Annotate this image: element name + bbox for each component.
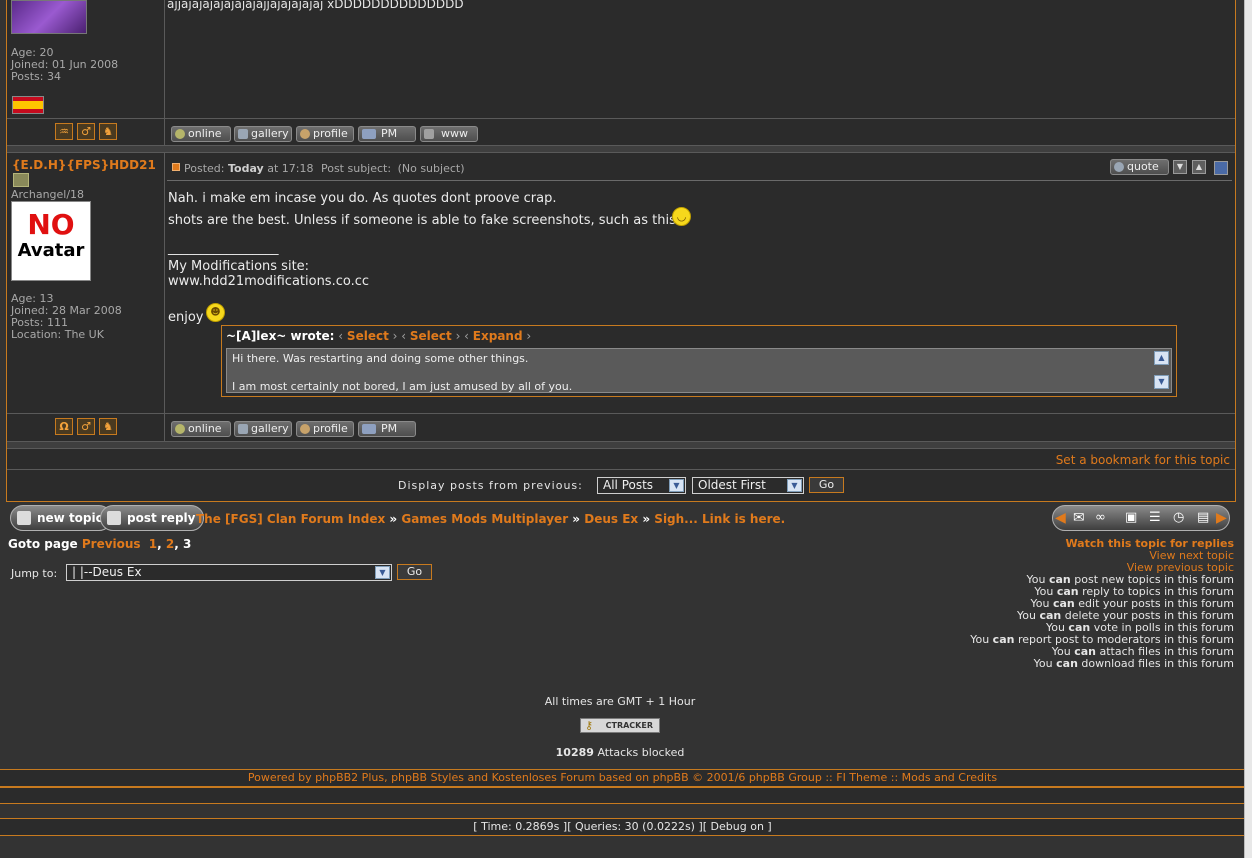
gallery-button[interactable]: gallery (234, 421, 292, 437)
jump-go-button[interactable]: Go (397, 564, 432, 580)
powered-by-text[interactable]: Powered by phpBB2 Plus, phpBB Styles and… (248, 771, 997, 784)
chinese-zodiac-icon: ♞ (99, 123, 117, 140)
permission-line: You can download files in this forum (1033, 657, 1234, 670)
display-go-button[interactable]: Go (809, 477, 844, 493)
post-reply-icon (107, 511, 121, 525)
debug-bar: [ Time: 0.2869s ][ Queries: 30 (0.0222s)… (0, 818, 1246, 836)
gender-male-icon: ♂ (77, 123, 95, 140)
page-1-link[interactable]: 1 (149, 537, 157, 551)
chevron-down-icon: ▼ (375, 566, 390, 579)
post-header: Posted: Today at 17:18 Post subject: (No… (184, 162, 465, 175)
save-icon[interactable]: ▣ (1125, 510, 1137, 525)
arrow-down-icon[interactable]: ▼ (1173, 160, 1187, 174)
page-previous-link[interactable]: Previous (82, 537, 141, 551)
chevron-down-icon: ▼ (787, 479, 802, 492)
post-line-2: shots are the best. Unless if someone is… (168, 213, 681, 228)
quote-select-link-2[interactable]: Select (410, 329, 452, 343)
breadcrumb-forum-index[interactable]: The [FGS] Clan Forum Index (196, 512, 385, 526)
chinese-zodiac-icon-2: ♞ (99, 418, 117, 435)
posts-order-select[interactable]: Oldest First ▼ (692, 477, 804, 494)
user-avatar-prev (11, 0, 87, 34)
bookmark-link[interactable]: Set a bookmark for this topic (1056, 453, 1230, 467)
empty-footer-bar (0, 787, 1246, 804)
prev-posts: Posts: 34 (11, 70, 61, 83)
online-status-icon (13, 173, 29, 187)
print-icon[interactable]: ☰ (1149, 510, 1161, 525)
zodiac-icon: ♒ (55, 123, 73, 140)
prev-arrow-icon[interactable]: ◀ (1055, 510, 1066, 526)
quote-box: ~[A]lex~ wrote: ‹ Select › ‹ Select › ‹ … (221, 325, 1177, 397)
signature-link[interactable]: www.hdd21modifications.co.cc (168, 274, 369, 289)
display-label: Display posts from previous: (398, 479, 583, 492)
page-3-current: 3 (182, 537, 192, 551)
post-rank: Archangel/18 (11, 188, 85, 201)
jump-to-select[interactable]: | |--Deus Ex ▼ (66, 564, 392, 581)
post-header-divider (167, 180, 1232, 181)
quote-header: ~[A]lex~ wrote: ‹ Select › ‹ Select › ‹ … (226, 329, 532, 343)
breadcrumb-topic[interactable]: Sigh... Link is here. (654, 512, 785, 526)
post-enjoy: enjoy (168, 310, 204, 325)
ctracker-badge[interactable]: ⚷ CTRACKER (580, 718, 660, 733)
next-arrow-icon[interactable]: ▶ (1216, 510, 1227, 526)
gender-male-icon-2: ♂ (77, 418, 95, 435)
breadcrumb: The [FGS] Clan Forum Index » Games Mods … (196, 512, 786, 526)
jump-label: Jump to: (11, 567, 58, 580)
quote-content: Hi there. Was restarting and doing some … (226, 348, 1172, 393)
pm-button-prev[interactable]: PM (358, 126, 416, 142)
page-2-link[interactable]: 2 (166, 537, 174, 551)
no-avatar-image: NO Avatar (11, 201, 91, 281)
scroll-up-icon[interactable]: ▲ (1154, 351, 1169, 365)
post-icon (172, 163, 180, 171)
profile-button-prev[interactable]: profile (296, 126, 354, 142)
post-location: Location: The UK (11, 328, 104, 341)
forum-topic-table: Age: 20 Joined: 01 Jun 2008 Posts: 34 aj… (6, 0, 1236, 502)
online-button-prev[interactable]: online (171, 126, 231, 142)
profile-button[interactable]: profile (296, 421, 354, 437)
list-icon[interactable]: ▤ (1197, 510, 1209, 525)
pagination: Goto page Previous 1, 2, 3 (8, 537, 192, 551)
topic-toolbar: ◀ ✉ ∞ ▣ ☰ ◷ ▤ ▶ (1052, 505, 1230, 531)
breadcrumb-forum[interactable]: Deus Ex (584, 512, 638, 526)
smile-emoticon-icon: ◡ (672, 207, 691, 226)
chevron-down-icon: ▼ (669, 479, 684, 492)
posts-period-select[interactable]: All Posts ▼ (597, 477, 686, 494)
timezone-note: All times are GMT + 1 Hour (544, 695, 696, 708)
quote-expand-link[interactable]: Expand (473, 329, 523, 343)
post-reply-button[interactable]: post reply (100, 505, 205, 531)
gallery-button-prev[interactable]: gallery (234, 126, 292, 142)
powered-by-bar: Powered by phpBB2 Plus, phpBB Styles and… (0, 769, 1246, 787)
www-button-prev[interactable]: www (420, 126, 478, 142)
breadcrumb-category[interactable]: Games Mods Multiplayer (401, 512, 568, 526)
new-topic-icon (17, 511, 31, 525)
attacks-blocked: 10289 Attacks blocked (555, 746, 685, 759)
grin-emoticon-icon: ☻ (206, 303, 225, 322)
email-icon[interactable]: ✉ (1073, 510, 1085, 526)
signature-label: My Modifications site: (168, 259, 310, 274)
clock-icon[interactable]: ◷ (1173, 510, 1184, 525)
post-line-1: Nah. i make em incase you do. As quotes … (168, 191, 557, 206)
signature-separator: _________________ (168, 241, 279, 256)
report-icon[interactable] (1214, 161, 1228, 175)
quote-select-link[interactable]: Select (347, 329, 389, 343)
post-author[interactable]: {E.D.H}{FPS}HDD21 (12, 158, 156, 172)
online-button[interactable]: online (171, 421, 231, 437)
key-icon: ⚷ (585, 719, 594, 732)
binoculars-icon[interactable]: ∞ (1095, 510, 1106, 525)
debug-text: [ Time: 0.2869s ][ Queries: 30 (0.0222s)… (473, 820, 772, 833)
arrow-up-icon[interactable]: ▲ (1192, 160, 1206, 174)
spain-flag-icon (12, 96, 44, 114)
window-scrollbar[interactable] (1244, 0, 1252, 858)
new-topic-button[interactable]: new topic (10, 505, 112, 531)
zodiac-icon-2: Ω (55, 418, 73, 435)
quote-button[interactable]: quote (1110, 159, 1169, 175)
scroll-down-icon[interactable]: ▼ (1154, 375, 1169, 389)
column-divider (164, 0, 165, 443)
pm-button[interactable]: PM (358, 421, 416, 437)
prev-post-body: ajjajajajajajajajajjajajajajaj xDDDDDDDD… (167, 0, 464, 11)
